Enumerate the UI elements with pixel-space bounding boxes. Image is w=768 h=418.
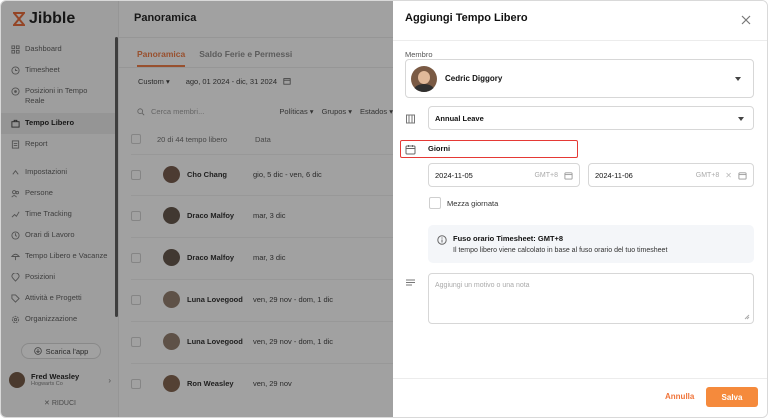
member-select[interactable]: Cedric Diggory bbox=[405, 59, 754, 98]
app-window: Jibble Dashboard Timesheet Posizioni in … bbox=[0, 0, 768, 418]
start-date-input[interactable]: 2024-11-05 GMT+8 bbox=[428, 163, 580, 187]
cancel-button[interactable]: Annulla bbox=[665, 392, 694, 401]
member-avatar bbox=[411, 65, 437, 92]
leave-type-select[interactable]: Annual Leave bbox=[428, 106, 754, 130]
building-icon bbox=[406, 114, 415, 124]
panel-title: Aggiungi Tempo Libero bbox=[405, 12, 528, 24]
calendar-icon bbox=[405, 145, 416, 155]
save-button[interactable]: Salva bbox=[706, 387, 758, 407]
end-timezone: GMT+8 bbox=[695, 171, 720, 179]
panel-footer-divider bbox=[393, 378, 767, 379]
info-text: Il tempo libero viene calcolato in base … bbox=[453, 247, 668, 254]
modal-backdrop[interactable] bbox=[1, 1, 393, 417]
chevron-down-icon bbox=[735, 77, 741, 81]
end-date-input[interactable]: 2024-11-06 GMT+8 ✕ bbox=[588, 163, 754, 187]
add-time-off-panel: Aggiungi Tempo Libero Membro Cedric Digg… bbox=[393, 1, 767, 417]
half-day-label: Mezza giornata bbox=[447, 198, 499, 208]
timezone-info-box: Fuso orario Timesheet: GMT+8 Il tempo li… bbox=[428, 225, 754, 263]
clear-icon[interactable]: ✕ bbox=[725, 171, 732, 180]
half-day-option[interactable]: Mezza giornata bbox=[429, 197, 498, 209]
note-placeholder: Aggiungi un motivo o una nota bbox=[435, 282, 530, 289]
start-timezone: GMT+8 bbox=[534, 171, 558, 179]
start-date-value: 2024-11-05 bbox=[435, 170, 473, 180]
note-textarea[interactable]: Aggiungi un motivo o una nota bbox=[428, 273, 754, 324]
end-date-value: 2024-11-06 bbox=[595, 170, 633, 180]
panel-header-divider bbox=[393, 40, 767, 41]
resize-handle-icon[interactable] bbox=[744, 314, 750, 320]
info-icon bbox=[437, 235, 447, 245]
close-icon[interactable] bbox=[740, 14, 752, 26]
notes-icon bbox=[406, 279, 415, 286]
member-label: Membro bbox=[405, 50, 433, 59]
half-day-checkbox[interactable] bbox=[429, 197, 441, 209]
member-name: Cedric Diggory bbox=[445, 74, 503, 83]
days-highlight bbox=[400, 140, 578, 158]
leave-type-value: Annual Leave bbox=[435, 113, 484, 123]
calendar-icon bbox=[738, 171, 747, 180]
info-title: Fuso orario Timesheet: GMT+8 bbox=[453, 234, 564, 243]
days-label: Giorni bbox=[428, 144, 451, 153]
chevron-down-icon bbox=[738, 117, 744, 121]
calendar-icon bbox=[564, 171, 573, 180]
